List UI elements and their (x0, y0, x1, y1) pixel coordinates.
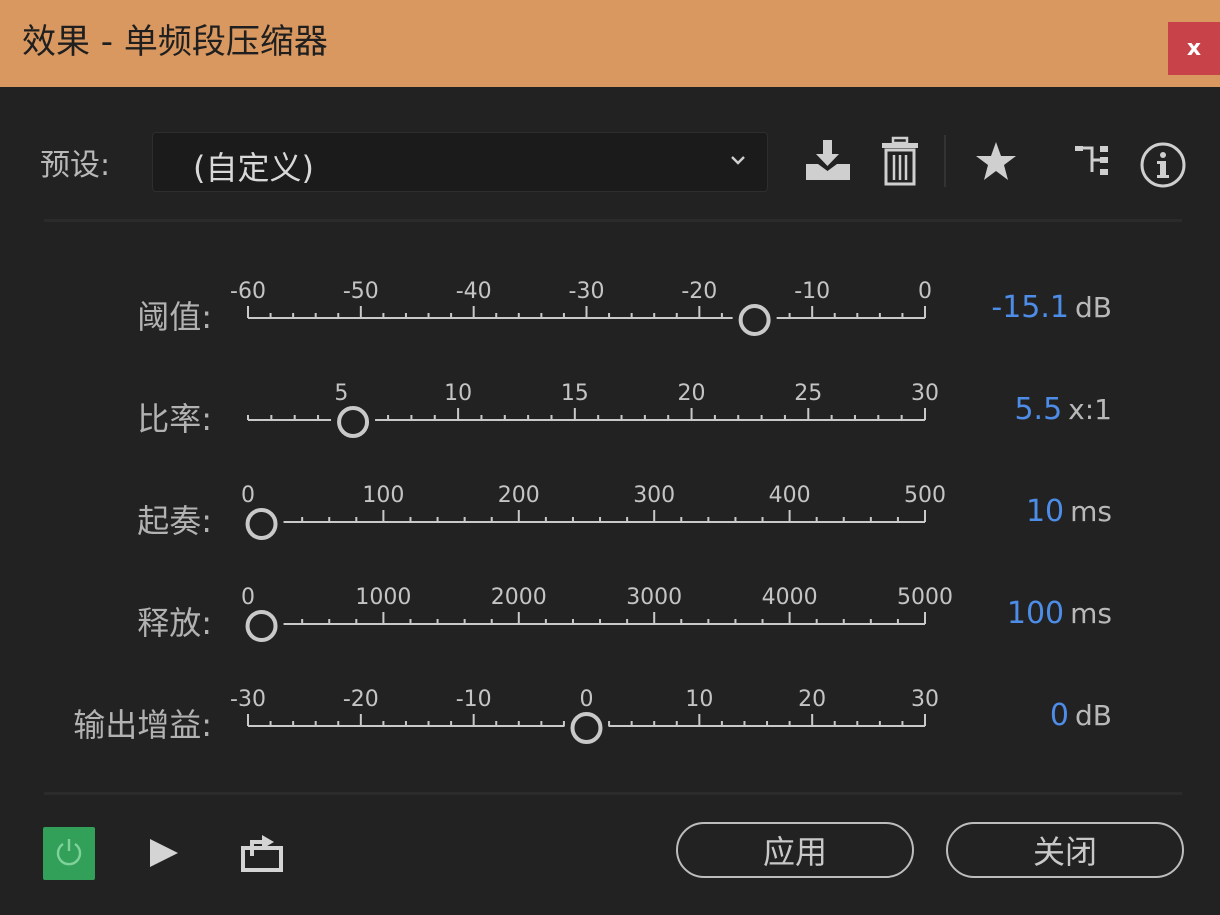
slider-track[interactable]: 0 1000 2000 3000 4000 5000 (240, 574, 960, 654)
value-number[interactable]: 100 (1007, 596, 1064, 631)
control-label: 输出增益: (73, 706, 212, 744)
value-readout[interactable]: 100 ms (970, 596, 1112, 631)
value-number[interactable]: -15.1 (991, 290, 1069, 325)
routing-icon[interactable] (1074, 142, 1114, 186)
tick-label: 4000 (762, 585, 818, 610)
tick-label: 0 (918, 279, 932, 304)
close-window-button[interactable]: x (1168, 22, 1220, 75)
info-icon[interactable] (1138, 140, 1188, 194)
toolbar-divider (944, 135, 946, 187)
tick-label: 1000 (355, 585, 411, 610)
tick-label: -50 (343, 279, 379, 304)
tick-label: -60 (230, 279, 266, 304)
chevron-down-icon (727, 149, 749, 175)
download-icon[interactable] (804, 138, 856, 190)
control-label: 比率: (137, 400, 212, 438)
tick-label: 30 (911, 687, 939, 712)
slider-knob[interactable] (570, 712, 603, 744)
value-readout[interactable]: -15.1 dB (970, 290, 1112, 325)
tick-label: -10 (456, 687, 492, 712)
power-icon (53, 836, 85, 872)
tick-label: 2000 (491, 585, 547, 610)
apply-button[interactable]: 应用 (676, 822, 914, 878)
preset-selected-value: (自定义) (193, 149, 314, 187)
star-icon[interactable] (974, 140, 1018, 186)
tick-label: 500 (904, 483, 946, 508)
tick-label: 20 (678, 381, 706, 406)
value-unit: dB (1075, 291, 1112, 324)
tick-label: 200 (498, 483, 540, 508)
value-readout[interactable]: 10 ms (970, 494, 1112, 529)
tick-label: -10 (794, 279, 830, 304)
tick-label: 30 (911, 381, 939, 406)
tick-label: 0 (580, 687, 594, 712)
tick-label: 5 (334, 381, 348, 406)
tick-label: -20 (343, 687, 379, 712)
trash-icon[interactable] (880, 136, 920, 192)
control-label: 起奏: (137, 502, 212, 540)
slider-track[interactable]: 0 100 200 300 400 500 (240, 472, 960, 552)
control-label: 释放: (137, 604, 212, 642)
tick-label: 0 (241, 585, 255, 610)
tick-label: -30 (230, 687, 266, 712)
power-toggle-button[interactable] (43, 827, 95, 880)
value-readout[interactable]: 0 dB (970, 698, 1112, 733)
tick-label: 20 (798, 687, 826, 712)
tick-label: 10 (685, 687, 713, 712)
tick-label: -20 (681, 279, 717, 304)
slider-track[interactable]: -60 -50 -40 -30 -20 -10 0 (230, 268, 960, 348)
tick-label: 0 (241, 483, 255, 508)
tick-label: 100 (362, 483, 404, 508)
preset-label: 预设: (40, 148, 111, 183)
tick-label: 25 (794, 381, 822, 406)
divider-bottom (44, 792, 1182, 795)
tick-label: 15 (561, 381, 589, 406)
value-number[interactable]: 10 (1026, 494, 1064, 529)
value-unit: ms (1070, 597, 1112, 630)
slider-track[interactable]: 5 10 15 20 25 30 (240, 370, 960, 450)
preset-dropdown[interactable]: (自定义) (152, 132, 768, 192)
value-unit: x:1 (1068, 393, 1112, 426)
title-bar: 效果 - 单频段压缩器 x (0, 0, 1220, 87)
window-title: 效果 - 单频段压缩器 (22, 22, 328, 62)
close-button[interactable]: 关闭 (946, 822, 1184, 878)
value-number[interactable]: 5.5 (1014, 392, 1062, 427)
tick-label: 10 (444, 381, 472, 406)
tick-label: 300 (633, 483, 675, 508)
divider-top (44, 219, 1182, 222)
value-readout[interactable]: 5.5 x:1 (970, 392, 1112, 427)
value-unit: dB (1075, 699, 1112, 732)
tick-label: -30 (569, 279, 605, 304)
slider-knob[interactable] (245, 610, 278, 642)
slider-knob[interactable] (245, 508, 278, 540)
tick-label: 400 (769, 483, 811, 508)
slider-knob[interactable] (337, 406, 370, 438)
value-unit: ms (1070, 495, 1112, 528)
slider-track[interactable]: -30 -20 -10 0 10 20 30 (230, 676, 960, 756)
tick-label: 5000 (897, 585, 953, 610)
tick-label: -40 (456, 279, 492, 304)
tick-label: 3000 (626, 585, 682, 610)
play-icon[interactable] (146, 836, 180, 874)
control-label: 阈值: (137, 298, 212, 336)
slider-knob[interactable] (738, 304, 771, 336)
value-number[interactable]: 0 (1050, 698, 1069, 733)
loop-export-icon[interactable] (240, 834, 286, 878)
